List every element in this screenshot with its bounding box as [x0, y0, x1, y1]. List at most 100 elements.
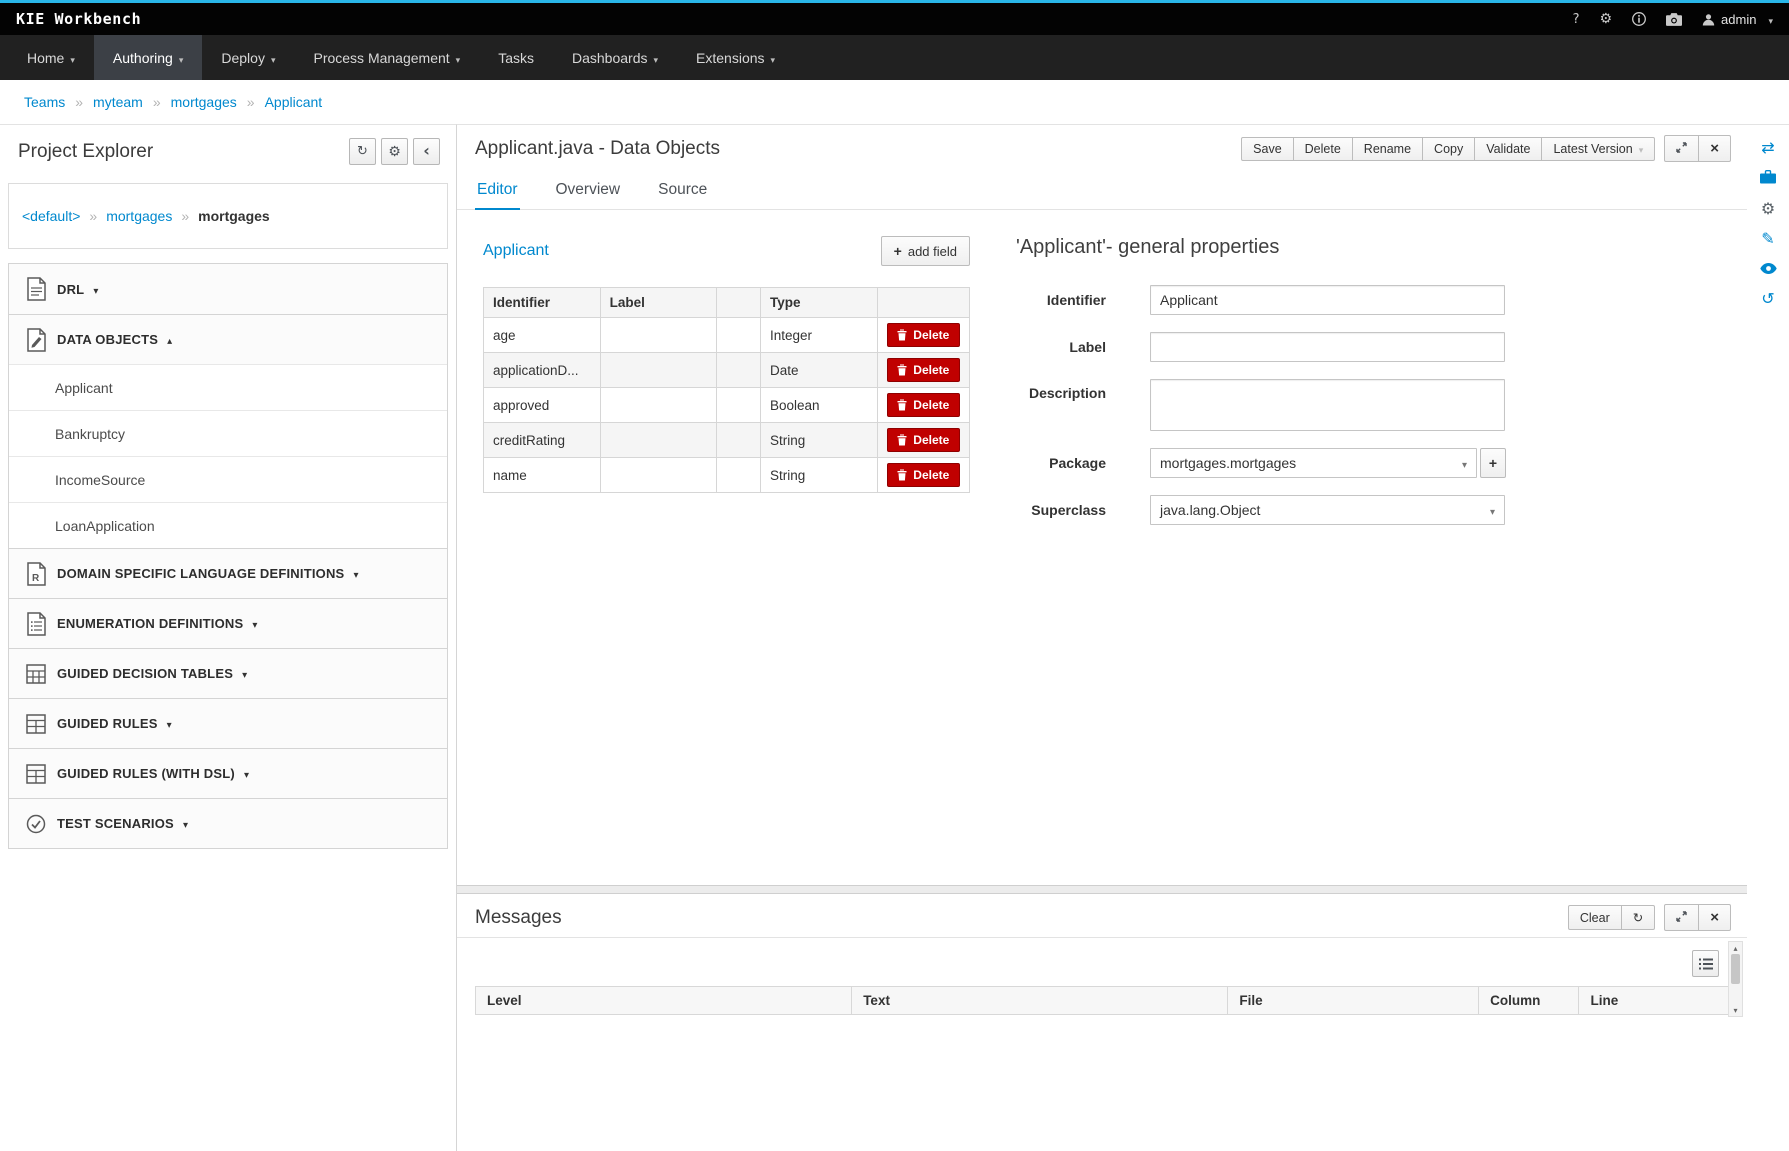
section-dsl-definitions[interactable]: R DOMAIN SPECIFIC LANGUAGE DEFINITIONS	[9, 548, 447, 598]
field-row-approved[interactable]: approved Boolean Delete	[484, 388, 970, 423]
new-package-button[interactable]	[1480, 448, 1506, 478]
field-row-age[interactable]: age Integer Delete	[484, 318, 970, 353]
data-object-item-loanapplication[interactable]: LoanApplication	[9, 502, 447, 548]
editor-tabs: Editor Overview Source	[457, 168, 1747, 210]
vertical-scrollbar[interactable]	[1728, 941, 1743, 1017]
field-row-creditrating[interactable]: creditRating String Delete	[484, 423, 970, 458]
nav-item-authoring[interactable]: Authoring	[94, 35, 202, 80]
col-label: Label	[600, 288, 717, 318]
breadcrumb-separator	[89, 208, 97, 224]
field-row-name[interactable]: name String Delete	[484, 458, 970, 493]
section-guided-rules[interactable]: GUIDED RULES	[9, 698, 447, 748]
close-panel-button[interactable]	[1698, 135, 1731, 162]
nav-item-dashboards[interactable]: Dashboards	[553, 35, 677, 80]
section-label: DOMAIN SPECIFIC LANGUAGE DEFINITIONS	[57, 566, 359, 581]
section-enumeration-definitions[interactable]: ENUMERATION DEFINITIONS	[9, 598, 447, 648]
validate-button[interactable]: Validate	[1474, 137, 1542, 161]
data-object-editor-panel: Applicant.java - Data Objects Save Delet…	[457, 125, 1747, 886]
breadcrumb-link-myteam[interactable]: myteam	[93, 94, 143, 110]
superclass-select[interactable]: java.lang.Object	[1150, 495, 1505, 525]
nav-label: Extensions	[696, 50, 764, 66]
section-test-scenarios[interactable]: TEST SCENARIOS	[9, 798, 447, 848]
breadcrumb-link-teams[interactable]: Teams	[24, 94, 65, 110]
field-row-applicationdate[interactable]: applicationD... Date Delete	[484, 353, 970, 388]
list-icon	[1699, 958, 1713, 970]
briefcase-icon[interactable]	[1760, 170, 1776, 187]
refresh-messages-button[interactable]	[1621, 905, 1655, 930]
nav-item-home[interactable]: Home	[8, 35, 94, 80]
section-data-objects[interactable]: DATA OBJECTS	[9, 314, 447, 364]
field-actions: Delete	[877, 458, 969, 493]
delete-button[interactable]: Delete	[1293, 137, 1353, 161]
explorer-crumb-mortgages[interactable]: mortgages	[106, 208, 172, 224]
edit-icon[interactable]	[1761, 231, 1774, 247]
user-icon	[1702, 13, 1715, 26]
object-name-link[interactable]: Applicant	[483, 242, 549, 260]
delete-label: Delete	[913, 468, 949, 482]
delete-field-button[interactable]: Delete	[887, 428, 960, 452]
sync-icon[interactable]	[1761, 291, 1774, 307]
delete-field-button[interactable]: Delete	[887, 463, 960, 487]
add-field-label: add field	[908, 244, 957, 259]
collapse-panel-button[interactable]	[413, 138, 440, 165]
nav-item-extensions[interactable]: Extensions	[677, 35, 794, 80]
refresh-button[interactable]	[349, 138, 376, 165]
superclass-row: Superclass java.lang.Object	[1016, 495, 1731, 525]
data-object-item-bankruptcy[interactable]: Bankruptcy	[9, 410, 447, 456]
breadcrumb: Teams myteam mortgages Applicant	[0, 80, 1789, 124]
main-column: Applicant.java - Data Objects Save Delet…	[457, 124, 1747, 1151]
data-object-item-incomesource[interactable]: IncomeSource	[9, 456, 447, 502]
message-list-view-button[interactable]	[1692, 950, 1719, 977]
scrollbar-thumb[interactable]	[1731, 954, 1740, 984]
tab-overview[interactable]: Overview	[554, 172, 623, 209]
field-label	[600, 353, 717, 388]
description-textarea[interactable]	[1150, 379, 1505, 431]
maximize-panel-button[interactable]	[1664, 135, 1699, 162]
data-object-item-applicant[interactable]: Applicant	[9, 364, 447, 410]
tab-editor[interactable]: Editor	[475, 172, 520, 210]
package-select[interactable]: mortgages.mortgages	[1150, 448, 1477, 478]
chevron-down-icon	[648, 50, 659, 66]
eye-icon[interactable]	[1760, 261, 1777, 277]
latest-version-dropdown[interactable]: Latest Version	[1541, 137, 1655, 161]
delete-field-button[interactable]: Delete	[887, 393, 960, 417]
info-icon[interactable]	[1632, 12, 1646, 26]
settings-gear-icon[interactable]	[1599, 11, 1612, 27]
nav-item-deploy[interactable]: Deploy	[202, 35, 294, 80]
field-type: String	[760, 458, 877, 493]
section-drl[interactable]: DRL	[9, 264, 447, 314]
breadcrumb-link-mortgages[interactable]: mortgages	[171, 94, 237, 110]
delete-field-button[interactable]: Delete	[887, 323, 960, 347]
nav-item-process-management[interactable]: Process Management	[294, 35, 479, 80]
user-menu[interactable]: admin	[1702, 12, 1773, 27]
maximize-messages-button[interactable]	[1664, 904, 1699, 931]
explorer-settings-button[interactable]	[381, 138, 408, 165]
save-button[interactable]: Save	[1241, 137, 1294, 161]
identifier-input[interactable]	[1150, 285, 1505, 315]
copy-button[interactable]: Copy	[1422, 137, 1475, 161]
section-guided-rules-with-dsl[interactable]: GUIDED RULES (WITH DSL)	[9, 748, 447, 798]
add-field-button[interactable]: add field	[881, 236, 970, 266]
help-icon[interactable]: ?	[1573, 12, 1580, 27]
delete-field-button[interactable]: Delete	[887, 358, 960, 382]
close-messages-button[interactable]	[1698, 904, 1731, 931]
nav-item-tasks[interactable]: Tasks	[479, 35, 553, 80]
gear-icon[interactable]	[1761, 201, 1775, 217]
messages-action-buttons: Clear	[1568, 905, 1655, 930]
trash-icon	[897, 434, 907, 446]
swap-panels-icon[interactable]	[1761, 140, 1774, 156]
scroll-up-icon[interactable]	[1733, 942, 1737, 954]
test-scenarios-icon	[23, 814, 49, 834]
rename-button[interactable]: Rename	[1352, 137, 1423, 161]
fields-table: Identifier Label Type age	[483, 287, 970, 493]
scroll-down-icon[interactable]	[1733, 1004, 1737, 1016]
explorer-crumb-default[interactable]: <default>	[22, 208, 80, 224]
label-input[interactable]	[1150, 332, 1505, 362]
tab-source[interactable]: Source	[656, 172, 709, 209]
field-actions: Delete	[877, 423, 969, 458]
section-guided-decision-tables[interactable]: GUIDED DECISION TABLES	[9, 648, 447, 698]
clear-messages-button[interactable]: Clear	[1568, 905, 1622, 930]
screenshot-camera-icon[interactable]	[1666, 13, 1682, 26]
messages-header: Messages Clear	[457, 894, 1747, 937]
breadcrumb-link-applicant[interactable]: Applicant	[265, 94, 323, 110]
